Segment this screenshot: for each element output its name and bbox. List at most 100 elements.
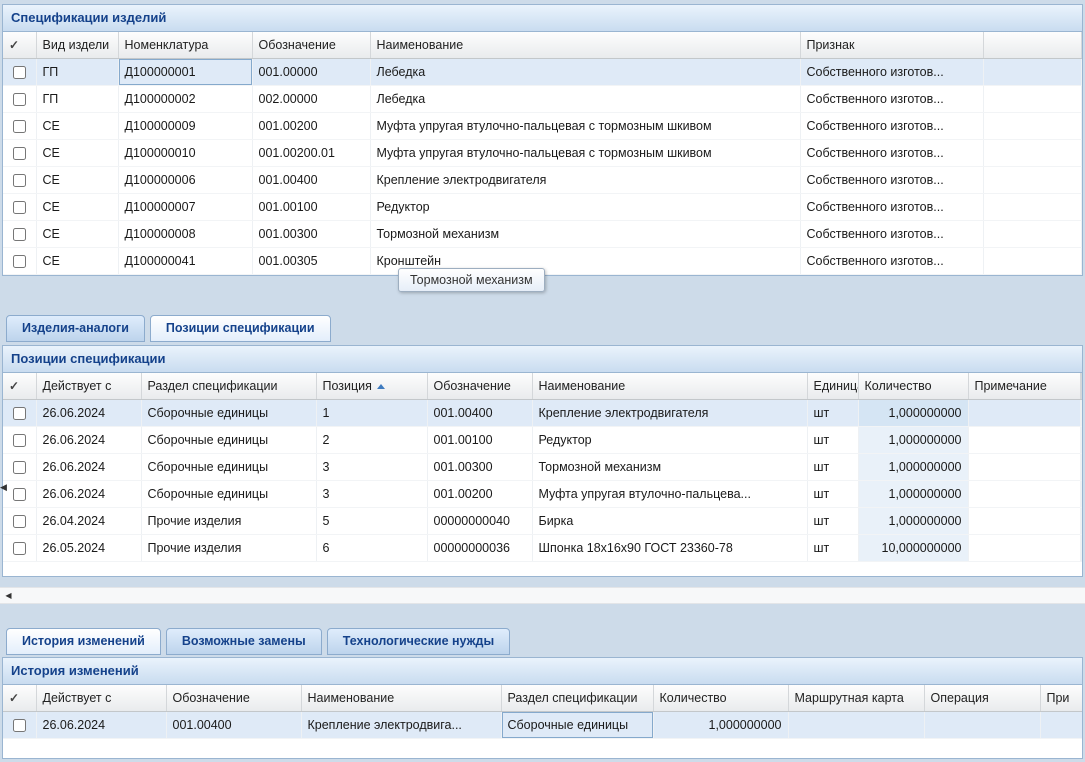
table-cell[interactable]: 1	[316, 399, 427, 426]
table-cell[interactable]: 001.00200	[252, 112, 370, 139]
tab-possible-replacements[interactable]: Возможные замены	[166, 628, 322, 655]
table-cell[interactable]: СЕ	[36, 220, 118, 247]
table-cell[interactable]: Лебедка	[370, 85, 800, 112]
table-cell[interactable]: 001.00100	[252, 193, 370, 220]
table-cell[interactable]: Бирка	[532, 507, 807, 534]
table-cell[interactable]: 001.00300	[427, 453, 532, 480]
row-checkbox[interactable]	[13, 174, 26, 187]
table-row[interactable]: СЕД100000009001.00200Муфта упругая втуло…	[3, 112, 1082, 139]
table-row[interactable]: 26.05.2024Прочие изделия600000000036Шпон…	[3, 534, 1082, 561]
table-row[interactable]: 26.06.2024Сборочные единицы2001.00100Ред…	[3, 426, 1082, 453]
table-row[interactable]: 26.06.2024Сборочные единицы3001.00300Тор…	[3, 453, 1082, 480]
select-all-header[interactable]: ✓	[3, 32, 36, 58]
table-cell[interactable]: Собственного изготов...	[800, 220, 983, 247]
row-checkbox[interactable]	[13, 461, 26, 474]
table-cell[interactable]: 26.05.2024	[36, 534, 141, 561]
table-cell[interactable]	[968, 480, 1080, 507]
table-cell[interactable]: шт	[807, 534, 858, 561]
table-cell[interactable]: Лебедка	[370, 58, 800, 85]
table-row[interactable]: 26.06.2024Сборочные единицы1001.00400Кре…	[3, 399, 1082, 426]
select-all-header[interactable]: ✓	[3, 685, 36, 711]
table-cell[interactable]: СЕ	[36, 139, 118, 166]
table-cell[interactable]: 10,000000000	[858, 534, 968, 561]
splitter-collapse-icon[interactable]: ◀	[0, 482, 7, 493]
table-row[interactable]: ГПД100000001001.00000ЛебедкаСобственного…	[3, 58, 1082, 85]
table-cell[interactable]: шт	[807, 453, 858, 480]
column-header[interactable]: Номенклатура	[118, 32, 252, 58]
column-header[interactable]: При	[1040, 685, 1083, 711]
table-cell[interactable]: 001.00400	[166, 711, 301, 738]
table-cell[interactable]: СЕ	[36, 166, 118, 193]
table-cell[interactable]: Крепление электродвигателя	[370, 166, 800, 193]
row-checkbox[interactable]	[13, 66, 26, 79]
table-cell[interactable]: Шпонка 18x16x90 ГОСТ 23360-78	[532, 534, 807, 561]
table-cell[interactable]	[968, 399, 1080, 426]
column-header[interactable]: Действует с	[36, 685, 166, 711]
table-row[interactable]: СЕД100000007001.00100РедукторСобственног…	[3, 193, 1082, 220]
column-header[interactable]: Маршрутная карта	[788, 685, 924, 711]
table-cell[interactable]: Собственного изготов...	[800, 85, 983, 112]
table-cell[interactable]: Д100000010	[118, 139, 252, 166]
table-row[interactable]: СЕД100000008001.00300Тормозной механизмС…	[3, 220, 1082, 247]
table-cell[interactable]: СЕ	[36, 193, 118, 220]
table-cell[interactable]: шт	[807, 399, 858, 426]
table-cell[interactable]: 26.06.2024	[36, 480, 141, 507]
tab-products-analogs[interactable]: Изделия-аналоги	[6, 315, 145, 342]
table-cell[interactable]	[1040, 711, 1083, 738]
table-cell[interactable]: Собственного изготов...	[800, 139, 983, 166]
table-cell[interactable]: 1,000000000	[858, 453, 968, 480]
table-cell[interactable]: Крепление электродвига...	[301, 711, 501, 738]
row-checkbox[interactable]	[13, 434, 26, 447]
table-cell[interactable]: Муфта упругая втулочно-пальцева...	[532, 480, 807, 507]
table-cell[interactable]: Сборочные единицы	[141, 480, 316, 507]
table-cell[interactable]: 001.00300	[252, 220, 370, 247]
column-header[interactable]: Количество	[653, 685, 788, 711]
table-cell[interactable]: Редуктор	[370, 193, 800, 220]
table-cell[interactable]: Д100000007	[118, 193, 252, 220]
table-row[interactable]: ГПД100000002002.00000ЛебедкаСобственного…	[3, 85, 1082, 112]
table-cell[interactable]	[968, 534, 1080, 561]
scroll-left-icon[interactable]: ◀	[0, 588, 17, 603]
column-header[interactable]: Единица	[807, 373, 858, 399]
table-cell[interactable]: Муфта упругая втулочно-пальцевая с тормо…	[370, 139, 800, 166]
column-header[interactable]: Наименование	[532, 373, 807, 399]
row-checkbox[interactable]	[13, 255, 26, 268]
table-cell[interactable]: Собственного изготов...	[800, 58, 983, 85]
table-cell[interactable]: Собственного изготов...	[800, 112, 983, 139]
table-cell[interactable]: Собственного изготов...	[800, 247, 983, 274]
row-checkbox[interactable]	[13, 542, 26, 555]
tab-spec-positions[interactable]: Позиции спецификации	[150, 315, 331, 342]
column-header[interactable]: Вид издели	[36, 32, 118, 58]
row-checkbox[interactable]	[13, 228, 26, 241]
table-cell[interactable]: Редуктор	[532, 426, 807, 453]
column-header[interactable]: Обозначение	[252, 32, 370, 58]
table-cell[interactable]: 1,000000000	[858, 399, 968, 426]
column-header[interactable]: Признак	[800, 32, 983, 58]
table-cell[interactable]: Д100000001	[118, 58, 252, 85]
table-cell[interactable]: 26.06.2024	[36, 711, 166, 738]
table-cell[interactable]: 3	[316, 453, 427, 480]
table-row[interactable]: 26.04.2024Прочие изделия500000000040Бирк…	[3, 507, 1082, 534]
tab-change-history[interactable]: История изменений	[6, 628, 161, 655]
table-cell[interactable]: 6	[316, 534, 427, 561]
table-cell[interactable]: шт	[807, 507, 858, 534]
tab-technological-needs[interactable]: Технологические нужды	[327, 628, 510, 655]
table-cell[interactable]: шт	[807, 480, 858, 507]
table-cell[interactable]: 26.04.2024	[36, 507, 141, 534]
horizontal-scrollbar[interactable]: ◀	[0, 587, 1085, 604]
table-row[interactable]: 26.06.2024001.00400Крепление электродвиг…	[3, 711, 1083, 738]
table-cell[interactable]: Прочие изделия	[141, 534, 316, 561]
column-header[interactable]: Наименование	[301, 685, 501, 711]
table-cell[interactable]: 001.00100	[427, 426, 532, 453]
table-cell[interactable]: Тормозной механизм	[532, 453, 807, 480]
column-header[interactable]: Обозначение	[166, 685, 301, 711]
table-cell[interactable]: ГП	[36, 85, 118, 112]
table-row[interactable]: 26.06.2024Сборочные единицы3001.00200Муф…	[3, 480, 1082, 507]
table-cell[interactable]	[968, 426, 1080, 453]
column-header[interactable]: Наименование	[370, 32, 800, 58]
table-cell[interactable]: Тормозной механизм	[370, 220, 800, 247]
row-checkbox[interactable]	[13, 201, 26, 214]
column-header[interactable]: Раздел спецификации	[501, 685, 653, 711]
table-cell[interactable]: Сборочные единицы	[141, 426, 316, 453]
column-header[interactable]: Количество	[858, 373, 968, 399]
